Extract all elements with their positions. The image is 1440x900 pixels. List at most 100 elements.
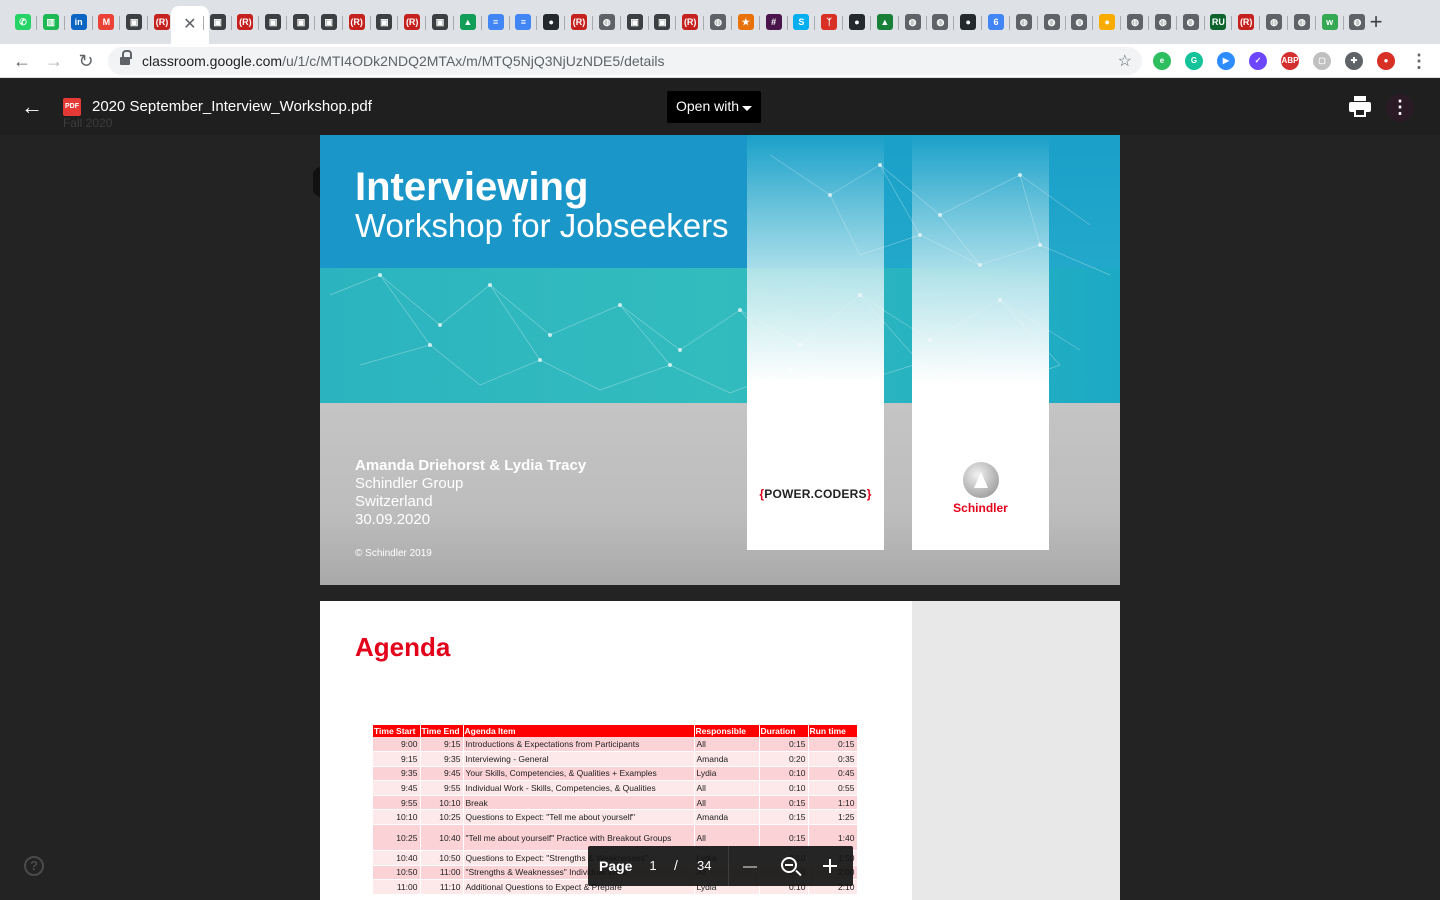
print-icon[interactable] xyxy=(1348,96,1372,118)
scrollbar-track[interactable] xyxy=(1427,135,1440,900)
classroom-icon: ▣ xyxy=(265,14,282,30)
current-page-input[interactable]: 1 xyxy=(646,858,660,873)
browser-tab[interactable]: ▣ xyxy=(650,10,674,34)
browser-tab[interactable]: ● xyxy=(845,10,869,34)
extension-check-icon[interactable]: ✓ xyxy=(1249,52,1267,70)
help-icon[interactable]: ? xyxy=(24,856,44,876)
browser-tab[interactable]: ▣ xyxy=(623,10,647,34)
more-options-icon[interactable]: ⋮ xyxy=(1386,94,1414,122)
schindler-wordmark: Schindler xyxy=(953,501,1008,515)
agenda-cell: 11:10 xyxy=(420,879,464,895)
browser-tab[interactable]: ✆ xyxy=(11,10,35,34)
caret-down-icon xyxy=(742,106,752,111)
browser-tab[interactable]: ▣ xyxy=(317,10,341,34)
browser-tab[interactable]: ◍ xyxy=(595,10,619,34)
browser-tab[interactable]: ▣ xyxy=(289,10,313,34)
agenda-cell: 0:15 xyxy=(808,737,858,753)
extension-zoom-icon[interactable]: ▶ xyxy=(1217,52,1235,70)
extension-adblock-icon[interactable]: ABP xyxy=(1281,52,1299,70)
browser-tab[interactable]: ▣ xyxy=(372,10,396,34)
browser-tab[interactable]: ▣ xyxy=(122,10,146,34)
agenda-cell: All xyxy=(694,737,760,753)
browser-tab[interactable]: ▲ xyxy=(873,10,897,34)
extension-box-icon[interactable]: ▢ xyxy=(1313,52,1331,70)
address-bar[interactable]: classroom.google.com/u/1/c/MTI4ODk2NDQ2M… xyxy=(108,47,1142,75)
browser-tab[interactable]: ◍ xyxy=(706,10,730,34)
browser-tab[interactable]: M xyxy=(94,10,118,34)
agenda-cell: Break xyxy=(463,795,695,811)
browser-tab[interactable]: (R) xyxy=(233,10,257,34)
extension-grammarly-icon[interactable]: G xyxy=(1185,52,1203,70)
browser-tab[interactable]: (R) xyxy=(678,10,702,34)
browser-tab[interactable]: ≡ xyxy=(484,10,508,34)
extension-evernote-icon[interactable]: e xyxy=(1153,52,1171,70)
browser-tab[interactable]: ● xyxy=(1095,10,1119,34)
globe-icon: ◍ xyxy=(710,14,726,30)
background-class-label: Fall 2020 xyxy=(63,116,113,130)
ru-icon: RU xyxy=(1210,14,1227,30)
browser-tab[interactable]: ▣ xyxy=(206,10,230,34)
browser-tab[interactable]: ◍ xyxy=(1345,10,1369,34)
close-viewer-arrow-icon[interactable]: ← xyxy=(20,95,44,119)
browser-tab[interactable]: (R) xyxy=(345,10,369,34)
browser-tab[interactable]: S xyxy=(789,10,813,34)
browser-tab[interactable]: RU xyxy=(1206,10,1230,34)
browser-tab[interactable]: ◍ xyxy=(1040,10,1064,34)
browser-tab[interactable]: ◍ xyxy=(1262,10,1286,34)
browser-tab[interactable]: ★ xyxy=(734,10,758,34)
browser-tab[interactable]: w xyxy=(1318,10,1342,34)
browser-tab[interactable]: ▥ xyxy=(39,10,63,34)
agenda-row: 9:35 9:45 Your Skills, Competencies, & Qua… xyxy=(373,766,858,782)
generic-icon: (R) xyxy=(154,14,170,30)
browser-tab[interactable]: (R) xyxy=(1234,10,1258,34)
browser-tab[interactable]: 6 xyxy=(984,10,1008,34)
browser-tab[interactable]: ᛉ xyxy=(817,10,841,34)
browser-tab[interactable]: ◍ xyxy=(1012,10,1036,34)
browser-tab[interactable]: ◍ xyxy=(1067,10,1091,34)
browser-tab[interactable]: ◍ xyxy=(928,10,952,34)
agenda-row: 9:55 10:10 Break All 0:15 1:10 xyxy=(373,795,858,811)
browser-tab[interactable]: ◍ xyxy=(1179,10,1203,34)
browser-tab[interactable]: ◍ xyxy=(901,10,925,34)
zoom-icon[interactable] xyxy=(781,857,797,873)
browser-tab[interactable]: ◍ xyxy=(1123,10,1147,34)
open-with-button[interactable]: Open with xyxy=(667,91,761,123)
agenda-cell: 10:25 xyxy=(420,809,464,826)
forward-button[interactable]: → xyxy=(41,48,67,74)
browser-toolbar: ← → ↻ classroom.google.com/u/1/c/MTI4ODk… xyxy=(0,44,1440,78)
country: Switzerland xyxy=(355,493,433,510)
whatsapp-icon: ✆ xyxy=(15,14,31,30)
browser-tab[interactable]: ● xyxy=(956,10,980,34)
browser-tab[interactable]: in xyxy=(67,10,91,34)
star-icon: ★ xyxy=(737,14,754,30)
back-button[interactable]: ← xyxy=(9,48,35,74)
browser-tab[interactable]: (R) xyxy=(400,10,424,34)
agenda-cell: 9:45 xyxy=(373,780,421,796)
browser-tab[interactable]: ◍ xyxy=(1151,10,1175,34)
browser-tab[interactable]: ▣ xyxy=(428,10,452,34)
browser-tab[interactable]: ● xyxy=(539,10,563,34)
bookmark-star-icon[interactable]: ☆ xyxy=(1118,51,1132,71)
drive-icon: ▲ xyxy=(459,14,476,30)
agenda-cell: 10:50 xyxy=(420,850,464,866)
chrome-menu-icon[interactable]: ⋮ xyxy=(1406,48,1432,74)
profile-avatar-icon[interactable]: ● xyxy=(1377,52,1395,70)
slide-title: Interviewing xyxy=(355,165,589,209)
browser-tab[interactable]: ≡ xyxy=(511,10,535,34)
agenda-row: 10:10 10:25 Questions to Expect: "Tell me … xyxy=(373,809,858,826)
slack-icon: # xyxy=(765,14,782,30)
reload-button[interactable]: ↻ xyxy=(73,48,99,74)
total-pages: 34 xyxy=(697,858,712,873)
extensions-puzzle-icon[interactable]: ✚ xyxy=(1345,52,1363,70)
browser-tab[interactable]: ▲ xyxy=(456,10,480,34)
browser-tab[interactable]: ◍ xyxy=(1290,10,1314,34)
agenda-cell: Amanda xyxy=(694,751,760,767)
browser-tab-strip: + ✆ ▥ in M ▣ (R) ✕ ▣ (R) ▣ ▣ ▣ (R) ▣ (R) ▣ ▲ ≡ ≡ ● (R) ◍ ▣ ▣ (R)… xyxy=(0,0,1440,44)
agenda-cell: Lydia xyxy=(694,766,760,782)
browser-tab[interactable]: ▣ xyxy=(261,10,285,34)
browser-tab[interactable]: (R) xyxy=(567,10,591,34)
browser-tab[interactable]: # xyxy=(762,10,786,34)
zoom-out-icon[interactable] xyxy=(743,866,757,868)
page-controls: Page 1 / 34 xyxy=(588,846,853,886)
schindler-logo: Schindler xyxy=(912,462,1049,515)
